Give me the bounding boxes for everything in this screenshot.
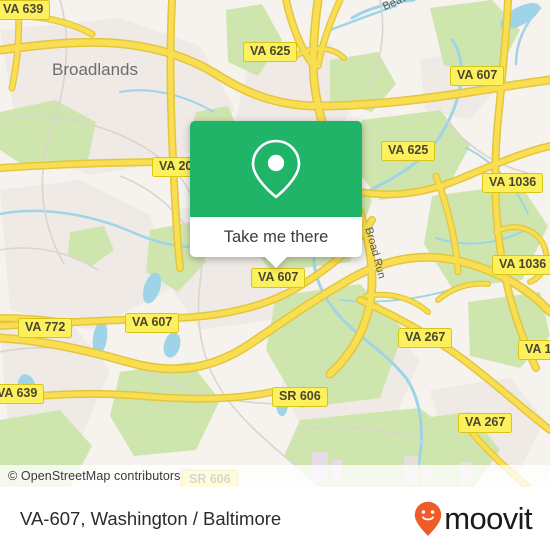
attribution-text: © OpenStreetMap contributors <box>8 469 181 483</box>
moovit-wordmark: moovit <box>444 501 532 536</box>
road-shield: VA 639 <box>0 0 51 21</box>
road-shield: SR 606 <box>272 387 328 408</box>
road-shield: VA 607 <box>251 268 306 289</box>
road-shield: VA 1036 <box>492 255 550 276</box>
moovit-pin-icon <box>415 501 442 536</box>
road-shield: VA 772 <box>18 318 73 339</box>
place-label-broadlands: Broadlands <box>52 60 139 79</box>
road-shield: VA 1036 <box>518 340 550 361</box>
map-screen: VA 639 VA 625 VA 607 VA 625 VA 1036 VA 2… <box>0 0 550 550</box>
page-title: VA-607, Washington / Baltimore <box>20 507 282 529</box>
callout-pointer <box>264 256 288 268</box>
take-me-there-button[interactable]: Take me there <box>224 228 329 247</box>
footer-bar: VA-607, Washington / Baltimore moovit <box>0 487 550 550</box>
road-shield: VA 1036 <box>482 173 544 194</box>
road-shield: VA 607 <box>450 66 505 87</box>
map-pin-icon <box>251 139 301 199</box>
road-shield: VA 267 <box>398 328 453 349</box>
destination-callout[interactable]: Take me there <box>190 121 362 268</box>
callout-header <box>190 121 362 217</box>
road-shield: VA 607 <box>125 313 180 334</box>
road-shield: VA 625 <box>243 42 298 63</box>
road-shield: VA 639 <box>0 384 45 405</box>
road-shield: VA 625 <box>381 141 436 162</box>
callout-action-row[interactable]: Take me there <box>190 217 362 257</box>
moovit-logo: moovit <box>413 501 533 537</box>
map-attribution: © OpenStreetMap contributors <box>0 465 550 487</box>
road-shield: VA 267 <box>458 413 513 434</box>
